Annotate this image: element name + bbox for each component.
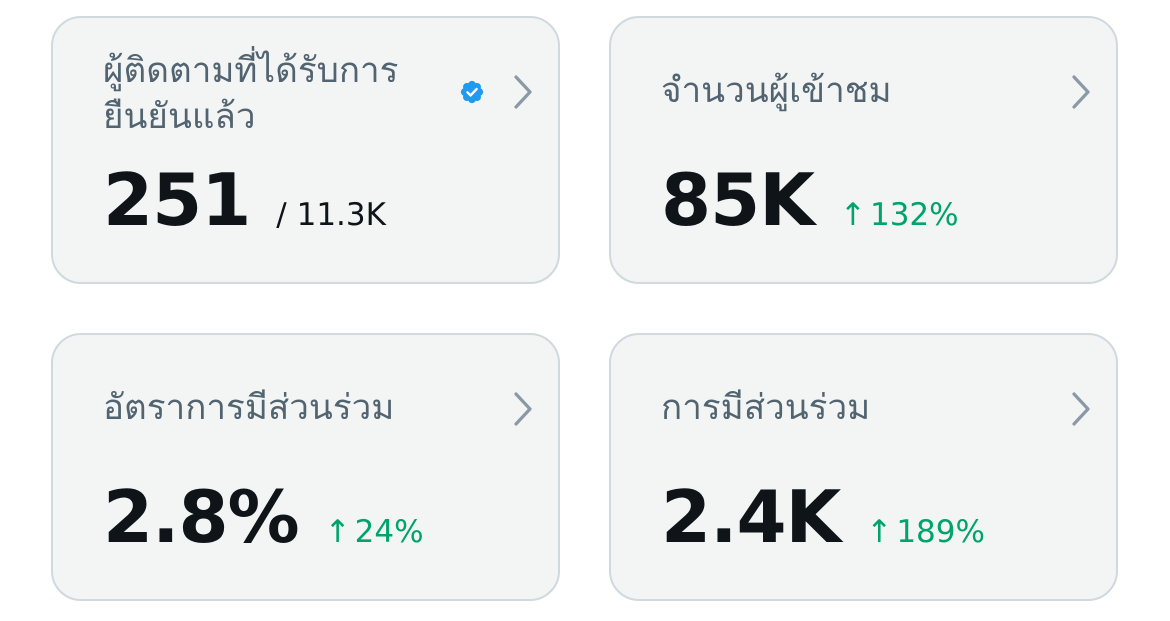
metric-delta: ↑ 132% xyxy=(840,197,959,233)
metric-total: / 11.3K xyxy=(276,197,386,233)
metric-delta: ↑ 189% xyxy=(866,514,985,550)
engagement-rate-card[interactable]: อัตราการมีส่วนร่วม 2.8% ↑ 24% xyxy=(51,333,560,601)
arrow-up-icon: ↑ xyxy=(324,514,351,550)
card-title: อัตราการมีส่วนร่วม xyxy=(103,388,395,428)
metric-delta: ↑ 24% xyxy=(325,514,424,550)
verified-badge-icon xyxy=(460,80,484,104)
metric-value-row: 2.8% ↑ 24% xyxy=(103,477,424,557)
chevron-right-icon[interactable] xyxy=(1070,391,1092,427)
metric-value-row: 251 / 11.3K xyxy=(103,160,386,240)
card-title: จำนวนผู้เข้าชม xyxy=(661,71,892,111)
arrow-up-icon: ↑ xyxy=(840,197,866,233)
chevron-right-icon[interactable] xyxy=(1070,74,1092,110)
chevron-right-icon[interactable] xyxy=(512,391,534,427)
metric-value-row: 85K ↑ 132% xyxy=(661,160,959,240)
verified-followers-card[interactable]: ผู้ติดตามที่ได้รับการยืนยันแล้ว 251 / 11… xyxy=(51,16,560,284)
delta-value: 189% xyxy=(896,514,985,550)
card-title: ผู้ติดตามที่ได้รับการยืนยันแล้ว xyxy=(103,51,399,137)
metric-value: 85K xyxy=(661,158,815,242)
card-title: การมีส่วนร่วม xyxy=(661,388,871,428)
metric-value: 2.8% xyxy=(103,475,300,559)
delta-value: 132% xyxy=(869,197,959,233)
metric-value: 2.4K xyxy=(661,475,841,559)
metric-value-row: 2.4K ↑ 189% xyxy=(661,477,985,557)
delta-value: 24% xyxy=(354,514,424,550)
metric-value: 251 xyxy=(103,158,251,242)
chevron-right-icon[interactable] xyxy=(512,74,534,110)
impressions-card[interactable]: จำนวนผู้เข้าชม 85K ↑ 132% xyxy=(609,16,1118,284)
arrow-up-icon: ↑ xyxy=(866,514,893,550)
engagements-card[interactable]: การมีส่วนร่วม 2.4K ↑ 189% xyxy=(609,333,1118,601)
